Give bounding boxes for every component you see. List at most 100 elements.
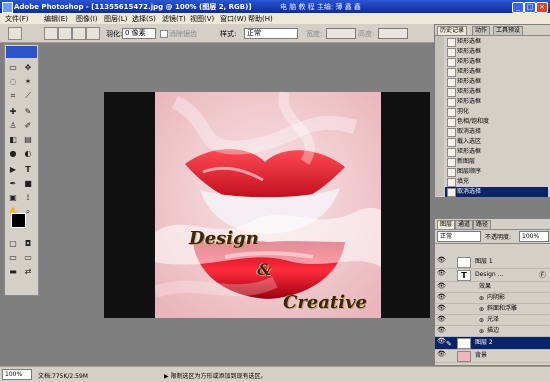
feather-input[interactable]: 0 像素: [122, 28, 156, 39]
layer-effects-row[interactable]: 👁 效果: [435, 282, 550, 293]
standard-screen-icon[interactable]: ▭: [8, 253, 18, 263]
eye-icon[interactable]: 👁: [437, 270, 446, 277]
eye-icon[interactable]: 👁: [437, 305, 446, 312]
history-item[interactable]: 新图层: [445, 157, 548, 167]
maximize-button[interactable]: □: [524, 2, 536, 13]
history-item[interactable]: 矩形选框: [445, 97, 548, 107]
close-button[interactable]: ×: [536, 2, 548, 13]
blur-tool-icon[interactable]: ●: [8, 149, 18, 159]
clone-stamp-tool-icon[interactable]: ♙: [8, 121, 18, 131]
eye-icon[interactable]: 👁: [437, 316, 446, 323]
height-input[interactable]: [378, 28, 408, 39]
history-item[interactable]: 矩形选框: [445, 67, 548, 77]
eye-icon[interactable]: 👁: [437, 338, 446, 345]
full-screen-menu-icon[interactable]: ▭: [23, 253, 33, 263]
width-input[interactable]: [326, 28, 356, 39]
blend-mode-select[interactable]: 正常: [437, 231, 481, 242]
history-item[interactable]: 矩形选框: [445, 47, 548, 57]
tab-channels[interactable]: 通道: [455, 220, 474, 230]
subtract-selection-icon[interactable]: [72, 27, 86, 40]
tab-layers[interactable]: 图层: [437, 220, 456, 230]
brush-tool-icon[interactable]: ✎: [23, 107, 33, 117]
path-selection-tool-icon[interactable]: ▶: [8, 165, 18, 175]
lips-smoke-photo[interactable]: Design & Creative: [155, 92, 381, 318]
tab-paths[interactable]: 路径: [473, 220, 492, 230]
layer-row[interactable]: 👁 图层 1: [435, 256, 550, 269]
toolbox-header: [6, 46, 37, 58]
eye-icon[interactable]: 👁: [437, 327, 446, 334]
eye-icon[interactable]: 👁: [437, 283, 446, 290]
history-item[interactable]: 矩形选框: [445, 37, 548, 47]
layer-effect-row[interactable]: 👁 ⊛ 斜面和浮雕: [435, 304, 550, 315]
healing-brush-tool-icon[interactable]: ✚: [8, 107, 18, 117]
eye-icon[interactable]: 👁: [437, 294, 446, 301]
layer-effects-icon[interactable]: Ⓕ: [539, 270, 546, 280]
tab-history[interactable]: 历史记录: [437, 26, 468, 36]
marquee-tool-preset-icon[interactable]: [8, 27, 22, 40]
eraser-tool-icon[interactable]: ◧: [8, 135, 18, 145]
intersect-selection-icon[interactable]: [86, 27, 100, 40]
move-tool-icon[interactable]: ✥: [23, 63, 33, 73]
opacity-input[interactable]: 100%: [519, 231, 549, 242]
eye-icon[interactable]: 👁: [437, 351, 446, 358]
zoom-input[interactable]: 100%: [2, 369, 32, 380]
history-item[interactable]: 图层顺序: [445, 167, 548, 177]
eyedropper-tool-icon[interactable]: ⟟: [23, 193, 33, 203]
history-item[interactable]: 矩形选框: [445, 147, 548, 157]
menu-image[interactable]: 图像(I): [76, 14, 98, 24]
history-item[interactable]: 矩形选框: [445, 77, 548, 87]
layer-row-background[interactable]: 👁 背景: [435, 350, 550, 363]
history-item[interactable]: 矩形选框: [445, 57, 548, 67]
history-item[interactable]: 填充: [445, 177, 548, 187]
layer-effect-row[interactable]: 👁 ⊛ 光泽: [435, 315, 550, 326]
marquee-tool-icon[interactable]: ▭: [8, 63, 18, 73]
history-item[interactable]: 载入选区: [445, 137, 548, 147]
tab-actions[interactable]: 动作: [472, 26, 491, 36]
eye-icon[interactable]: 👁: [437, 257, 446, 264]
gradient-tool-icon[interactable]: ▤: [23, 135, 33, 145]
menu-help[interactable]: 帮助(H): [248, 14, 273, 24]
history-item[interactable]: 羽化: [445, 107, 548, 117]
history-item-selected[interactable]: 取消选择: [445, 187, 548, 197]
layer-effect-row[interactable]: 👁 ⊛ 描边: [435, 326, 550, 337]
history-item[interactable]: 取消选择: [445, 127, 548, 137]
minimize-button[interactable]: _: [512, 2, 524, 13]
new-selection-icon[interactable]: [44, 27, 58, 40]
full-screen-icon[interactable]: ▬: [8, 267, 18, 277]
antialias-checkbox[interactable]: [160, 30, 168, 38]
menu-view[interactable]: 视图(V): [190, 14, 214, 24]
window-title: Adobe Photoshop - [11355615472.jpg @ 100…: [14, 3, 252, 11]
menu-edit[interactable]: 编辑(E): [44, 14, 68, 24]
canvas-text-design: Design: [189, 228, 259, 249]
jump-to-imageready-icon[interactable]: ⇄: [23, 267, 33, 277]
menu-filter[interactable]: 滤镜(T): [162, 14, 186, 24]
menu-layer[interactable]: 图层(L): [104, 14, 127, 24]
window-title-center: 电 脑 教 程 主编: 薄 鑫 鑫: [280, 3, 361, 11]
menu-file[interactable]: 文件(F): [5, 14, 29, 24]
menu-window[interactable]: 窗口(W): [220, 14, 246, 24]
shape-tool-icon[interactable]: ■: [23, 179, 33, 189]
crop-tool-icon[interactable]: ⌗: [8, 91, 18, 101]
history-item[interactable]: 矩形选框: [445, 87, 548, 97]
quick-mask-mode-icon[interactable]: ◘: [23, 239, 33, 249]
foreground-color-swatch[interactable]: [11, 213, 26, 228]
layer-row-selected[interactable]: 👁 ✎ 图层 2: [435, 337, 550, 350]
add-selection-icon[interactable]: [58, 27, 72, 40]
dodge-tool-icon[interactable]: ◐: [23, 149, 33, 159]
style-select[interactable]: 正常: [244, 28, 298, 39]
history-item[interactable]: 色相/饱和度: [445, 117, 548, 127]
magic-wand-tool-icon[interactable]: ✶: [23, 77, 33, 87]
layer-row-text[interactable]: 👁 T Design ... Ⓕ: [435, 269, 550, 282]
layer-effect-row[interactable]: 👁 ⊛ 内阴影: [435, 293, 550, 304]
slice-tool-icon[interactable]: ⟋: [23, 91, 33, 101]
notes-tool-icon[interactable]: ▣: [8, 193, 18, 203]
standard-mode-icon[interactable]: ▢: [8, 239, 18, 249]
type-tool-icon[interactable]: T: [23, 165, 33, 175]
pen-tool-icon[interactable]: ✒: [8, 179, 18, 189]
load-selection-icon: [447, 138, 456, 147]
history-brush-tool-icon[interactable]: ✐: [23, 121, 33, 131]
lasso-tool-icon[interactable]: ◌: [8, 77, 18, 87]
menu-select[interactable]: 选择(S): [132, 14, 156, 24]
tab-tool-presets[interactable]: 工具预设: [493, 26, 524, 36]
title-bar: Adobe Photoshop - [11355615472.jpg @ 100…: [0, 0, 550, 13]
